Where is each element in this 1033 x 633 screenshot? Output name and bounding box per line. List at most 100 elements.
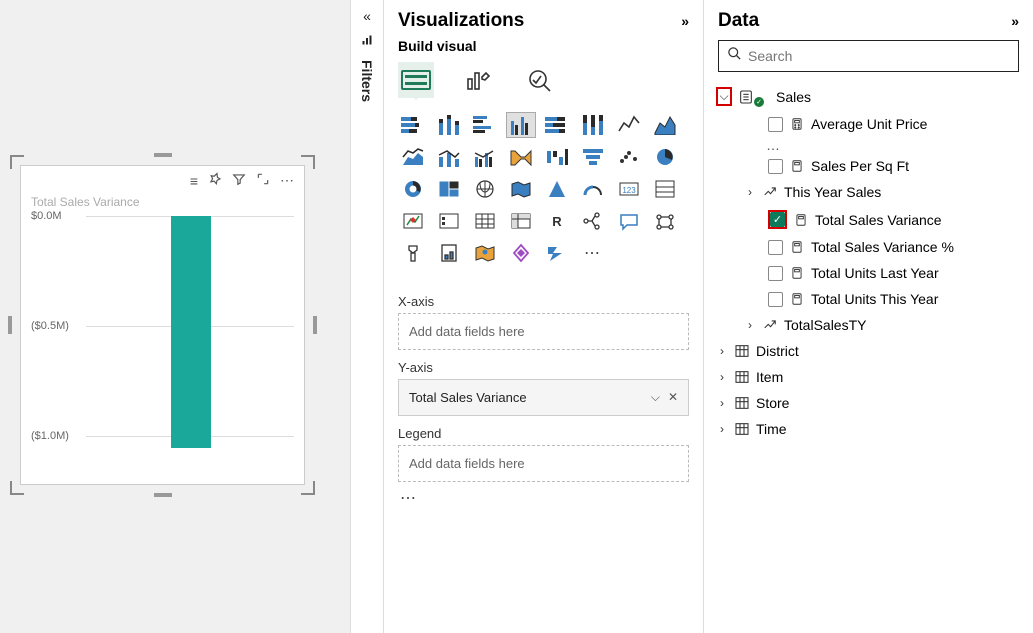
checkbox[interactable]	[768, 159, 783, 174]
checkbox[interactable]	[768, 292, 783, 307]
field-total-sales-variance[interactable]: ✓ Total Sales Variance	[712, 205, 1025, 234]
viz-donut[interactable]	[398, 176, 428, 202]
field-average-unit-price[interactable]: Average Unit Price	[712, 111, 1025, 137]
field-total-sales-variance-pct[interactable]: Total Sales Variance %	[712, 234, 1025, 260]
viz-paginated[interactable]	[434, 240, 464, 266]
viz-gauge[interactable]	[578, 176, 608, 202]
viz-r-visual[interactable]: R	[542, 208, 572, 234]
viz-line[interactable]	[614, 112, 644, 138]
checkbox[interactable]	[768, 240, 783, 255]
viz-ribbon[interactable]	[506, 144, 536, 170]
checkbox[interactable]	[768, 117, 783, 132]
field-sales-per-sqft[interactable]: Sales Per Sq Ft	[712, 153, 1025, 179]
filters-label: Filters	[359, 60, 375, 102]
viz-key-influencers[interactable]	[650, 208, 680, 234]
viz-clustered-bar[interactable]	[470, 112, 500, 138]
checkbox[interactable]	[768, 266, 783, 281]
resize-handle-b[interactable]	[154, 493, 172, 497]
analytics-tab[interactable]	[522, 62, 558, 98]
filters-pane-collapsed[interactable]: « Filters	[350, 0, 384, 633]
xaxis-well[interactable]: Add data fields here	[398, 313, 689, 350]
table-store[interactable]: › Store	[712, 390, 1025, 416]
chevron-right-icon[interactable]: ›	[716, 396, 728, 410]
focus-mode-icon[interactable]	[256, 172, 270, 189]
validated-badge-icon: ✓	[754, 97, 764, 107]
viz-azure-map[interactable]	[542, 176, 572, 202]
yaxis-field-remove-icon[interactable]: ✕	[668, 390, 678, 405]
viz-filled-map[interactable]	[506, 176, 536, 202]
chart-bar	[171, 216, 211, 448]
chevron-right-icon[interactable]: ›	[744, 185, 756, 199]
collapse-viz-pane-icon[interactable]: »	[681, 13, 689, 29]
collapse-data-pane-icon[interactable]: »	[1011, 13, 1019, 29]
table-time[interactable]: › Time	[712, 416, 1025, 442]
viz-table[interactable]	[470, 208, 500, 234]
pin-icon[interactable]	[208, 172, 222, 189]
expand-filters-icon[interactable]: «	[363, 8, 371, 24]
table-district[interactable]: › District	[712, 338, 1025, 364]
viz-matrix[interactable]	[506, 208, 536, 234]
viz-kpi[interactable]	[398, 208, 428, 234]
drag-grip-icon[interactable]: ≡	[190, 173, 198, 189]
data-pane-title: Data	[718, 10, 759, 32]
viz-funnel[interactable]	[578, 144, 608, 170]
viz-arcgis[interactable]	[470, 240, 500, 266]
table-item[interactable]: › Item	[712, 364, 1025, 390]
viz-goals[interactable]	[398, 240, 428, 266]
chevron-right-icon[interactable]: ›	[744, 318, 756, 332]
viz-power-automate[interactable]	[542, 240, 572, 266]
resize-handle-t[interactable]	[154, 153, 172, 157]
viz-pie[interactable]	[650, 144, 680, 170]
viz-stacked-bar[interactable]	[398, 112, 428, 138]
viz-slicer[interactable]	[434, 208, 464, 234]
viz-treemap[interactable]	[434, 176, 464, 202]
search-box[interactable]	[718, 40, 1019, 72]
field-wells: X-axis Add data fields here Y-axis Total…	[384, 276, 703, 522]
viz-100-stacked-column[interactable]	[578, 112, 608, 138]
checkbox-checked[interactable]: ✓	[770, 212, 785, 227]
viz-100-stacked-bar[interactable]	[542, 112, 572, 138]
field-total-units-this-year[interactable]: Total Units This Year	[712, 286, 1025, 312]
yaxis-well[interactable]: Total Sales Variance ⌵ ✕	[398, 379, 689, 416]
field-this-year-sales[interactable]: › This Year Sales	[712, 179, 1025, 205]
resize-handle-r[interactable]	[313, 316, 317, 334]
report-canvas[interactable]: ≡ ⋯ Total Sales Variance $0.0M ($0.5M) (…	[0, 0, 350, 633]
field-total-sales-ty[interactable]: › TotalSalesTY	[712, 312, 1025, 338]
format-visual-tab[interactable]	[460, 62, 496, 98]
viz-map[interactable]	[470, 176, 500, 202]
filter-icon[interactable]	[232, 172, 246, 189]
viz-scatter[interactable]	[614, 144, 644, 170]
viz-card[interactable]: 123	[614, 176, 644, 202]
viz-qna[interactable]	[614, 208, 644, 234]
viz-stacked-column[interactable]	[434, 112, 464, 138]
visual-type-gallery: 123 R ⋯	[384, 98, 703, 276]
field-total-units-last-year[interactable]: Total Units Last Year	[712, 260, 1025, 286]
viz-decomposition-tree[interactable]	[578, 208, 608, 234]
build-visual-tab[interactable]	[398, 62, 434, 98]
viz-more-ellipsis[interactable]: ⋯	[578, 240, 608, 266]
field-label: Average Unit Price	[811, 116, 927, 132]
chevron-right-icon[interactable]: ›	[716, 370, 728, 384]
viz-power-apps[interactable]	[506, 240, 536, 266]
field-label: TotalSalesTY	[784, 317, 866, 333]
viz-stacked-area[interactable]	[398, 144, 428, 170]
wells-more-ellipsis[interactable]: ⋯	[398, 482, 689, 514]
resize-handle-l[interactable]	[8, 316, 12, 334]
viz-waterfall[interactable]	[542, 144, 572, 170]
viz-line-stacked-column[interactable]	[434, 144, 464, 170]
chevron-right-icon[interactable]: ›	[716, 422, 728, 436]
legend-well[interactable]: Add data fields here	[398, 445, 689, 482]
yaxis-field-dropdown-icon[interactable]: ⌵	[651, 390, 660, 405]
chevron-right-icon[interactable]: ›	[716, 344, 728, 358]
visual-tile[interactable]: ≡ ⋯ Total Sales Variance $0.0M ($0.5M) (…	[10, 155, 315, 495]
viz-multi-row-card[interactable]	[650, 176, 680, 202]
table-label: District	[756, 343, 799, 359]
field-label: Sales Per Sq Ft	[811, 158, 909, 174]
search-input[interactable]	[748, 48, 1010, 64]
chevron-down-icon[interactable]: ⌵	[718, 89, 730, 104]
viz-area[interactable]	[650, 112, 680, 138]
table-sales[interactable]: ⌵ ✓ Sales	[712, 82, 1025, 111]
viz-line-clustered-column[interactable]	[470, 144, 500, 170]
viz-clustered-column[interactable]	[506, 112, 536, 138]
more-options-icon[interactable]: ⋯	[280, 172, 294, 189]
